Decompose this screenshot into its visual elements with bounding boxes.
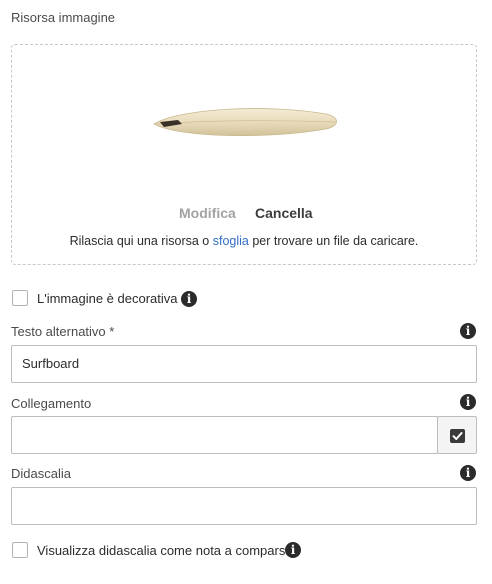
caption-label: Didascalia [11, 466, 71, 481]
browse-link[interactable]: sfoglia [213, 234, 249, 248]
info-icon[interactable]: i [181, 291, 197, 307]
check-square-icon [450, 429, 465, 443]
caption-popup-checkbox[interactable] [12, 542, 28, 558]
link-input[interactable] [11, 416, 438, 454]
alt-text-label: Testo alternativo * [11, 324, 115, 339]
link-picker-button[interactable] [437, 416, 477, 454]
modify-button[interactable]: Modifica [179, 205, 236, 221]
surfboard-image [153, 108, 337, 137]
info-icon[interactable]: i [460, 394, 476, 410]
caption-popup-label: Visualizza didascalia come nota a compar… [37, 543, 293, 558]
asset-dropzone[interactable]: Modifica Cancella Rilascia qui una risor… [11, 44, 477, 265]
link-label: Collegamento [11, 396, 92, 411]
clear-button[interactable]: Cancella [255, 205, 313, 221]
asset-section-label: Risorsa immagine [11, 10, 116, 25]
info-icon[interactable]: i [460, 465, 476, 481]
decorative-label: L'immagine è decorativa [37, 291, 178, 306]
drop-text-before: Rilascia qui una risorsa o [69, 234, 213, 248]
drop-instructions: Rilascia qui una risorsa o sfoglia per t… [12, 234, 476, 248]
drop-text-after: per trovare un file da caricare. [248, 234, 419, 248]
info-icon[interactable]: i [460, 323, 476, 339]
decorative-checkbox[interactable] [12, 290, 28, 306]
alt-text-input[interactable]: Surfboard [11, 345, 477, 383]
caption-input[interactable] [11, 487, 477, 525]
info-icon[interactable]: i [285, 542, 301, 558]
